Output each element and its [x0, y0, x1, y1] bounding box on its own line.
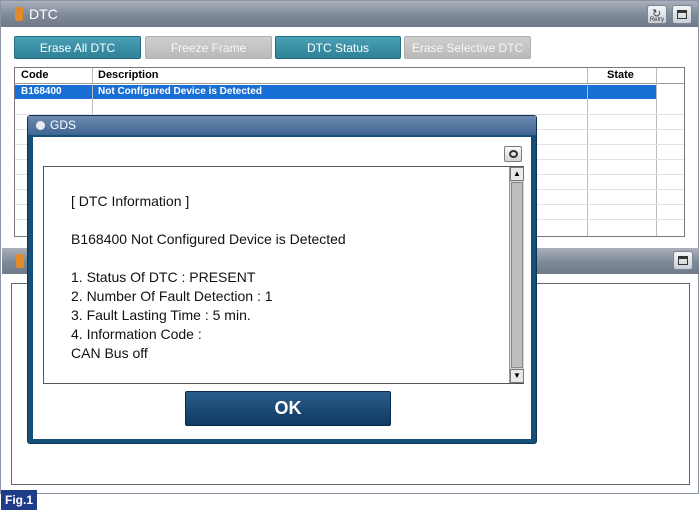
column-header-code: Code: [21, 69, 49, 81]
dtc-info-box: [ DTC Information ] B168400 Not Configur…: [43, 166, 524, 384]
freeze-frame-button[interactable]: Freeze Frame: [145, 36, 272, 59]
dialog-title-icon: [36, 121, 45, 130]
column-divider: [656, 68, 657, 236]
row-description: Not Configured Device is Detected: [98, 86, 262, 97]
dialog-title: GDS: [50, 118, 77, 132]
secondary-maximize-button[interactable]: [673, 251, 693, 270]
info-dtc-line: B168400 Not Configured Device is Detecte…: [71, 231, 346, 247]
figure-label: Fig.1: [1, 490, 38, 510]
info-item: 3. Fault Lasting Time : 5 min.: [71, 307, 251, 323]
dialog-body: [ DTC Information ] B168400 Not Configur…: [33, 137, 531, 439]
scroll-thumb[interactable]: [511, 182, 523, 368]
camera-icon: [509, 150, 518, 158]
column-header-state: State: [607, 69, 634, 81]
column-divider: [587, 68, 588, 236]
ok-button[interactable]: OK: [185, 391, 391, 426]
erase-all-dtc-button[interactable]: Erase All DTC: [14, 36, 141, 59]
dtc-info-text: [ DTC Information ] B168400 Not Configur…: [71, 192, 346, 363]
row-code: B168400: [21, 86, 62, 97]
scroll-down-icon[interactable]: ▼: [510, 369, 524, 383]
maximize-button[interactable]: [672, 5, 692, 24]
info-item: CAN Bus off: [71, 345, 148, 361]
retry-button[interactable]: ↻ Retry: [647, 5, 667, 24]
window-badge-icon: [16, 254, 24, 268]
info-item: 1. Status Of DTC : PRESENT: [71, 269, 256, 285]
dialog-titlebar: GDS: [28, 116, 536, 135]
info-item: 2. Number Of Fault Detection : 1: [71, 288, 273, 304]
info-item: 4. Information Code :: [71, 326, 202, 342]
screenshot-button[interactable]: [504, 146, 522, 162]
maximize-icon: [678, 256, 688, 265]
info-heading: [ DTC Information ]: [71, 193, 190, 209]
scroll-up-icon[interactable]: ▲: [510, 167, 524, 181]
maximize-icon: [677, 10, 687, 19]
erase-selective-dtc-button[interactable]: Erase Selective DTC: [404, 36, 531, 59]
window-title: DTC: [29, 6, 58, 22]
window-badge-icon: [15, 7, 23, 21]
table-row[interactable]: B168400 Not Configured Device is Detecte…: [15, 85, 656, 99]
info-scrollbar[interactable]: ▲ ▼: [509, 167, 524, 383]
column-header-description: Description: [98, 69, 159, 81]
table-header: Code Description State: [15, 68, 684, 84]
retry-label: Retry: [649, 17, 665, 23]
gds-dialog: GDS [ DTC Information ] B168400 Not Conf…: [27, 115, 537, 444]
dtc-status-button[interactable]: DTC Status: [275, 36, 401, 59]
dtc-window-titlebar: DTC ↻ Retry: [1, 1, 698, 27]
